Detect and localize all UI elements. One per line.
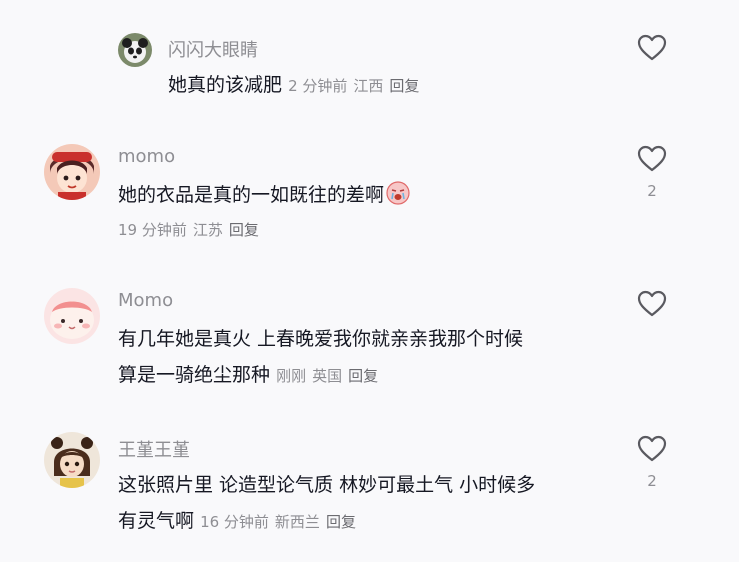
avatar[interactable] [118, 33, 152, 67]
heart-outline-icon[interactable] [637, 435, 667, 463]
crying-face-emoji [386, 181, 410, 205]
reply-button[interactable]: 回复 [229, 221, 259, 239]
comment-meta: 2 分钟前 江西 回复 [288, 77, 425, 95]
heart-outline-icon[interactable] [637, 290, 667, 318]
comment-meta: 19 分钟前 江苏 回复 [118, 219, 265, 240]
heart-outline-icon[interactable] [637, 34, 667, 62]
comment-text: 她真的该减肥 2 分钟前 江西 回复 [168, 70, 425, 97]
comment-body: 算是一骑绝尘那种 [118, 364, 271, 386]
comment-body: 她的衣品是真的一如既往的差啊 [118, 184, 385, 206]
avatar[interactable] [44, 432, 100, 488]
avatar[interactable] [44, 288, 100, 344]
avatar[interactable] [44, 144, 100, 200]
comment-body: 有灵气啊 [118, 510, 195, 532]
comment-text-line: 有几年她是真火 上春晚爱我你就亲亲我那个时候 [118, 328, 524, 350]
comment-text: 她的衣品是真的一如既往的差啊 [118, 180, 410, 207]
comment-time: 16 分钟前 [200, 513, 269, 531]
comment-meta: 16 分钟前 新西兰 回复 [200, 513, 362, 531]
username[interactable]: Momo [118, 290, 173, 311]
username[interactable]: 闪闪大眼睛 [168, 36, 258, 62]
reply-button[interactable]: 回复 [348, 367, 378, 385]
comment-body: 她真的该减肥 [168, 74, 283, 96]
comment-text-line: 这张照片里 论造型论气质 林妙可最土气 小时候多 [118, 474, 536, 496]
comment-time: 19 分钟前 [118, 221, 187, 239]
comment-location: 江苏 [192, 221, 223, 239]
comment-time: 2 分钟前 [288, 77, 348, 95]
comment-location: 英国 [312, 367, 343, 385]
comment-location: 江西 [353, 77, 384, 95]
like-count: 2 [647, 472, 657, 490]
comment-text: 算是一骑绝尘那种 刚刚 英国 回复 [118, 360, 384, 387]
comment-list: 闪闪大眼睛 她真的该减肥 2 分钟前 江西 回复 momo 她的衣品是真的一如既往的… [0, 0, 739, 562]
comment-meta: 刚刚 英国 回复 [276, 367, 384, 385]
reply-button[interactable]: 回复 [389, 77, 419, 95]
comment-text: 有灵气啊 16 分钟前 新西兰 回复 [118, 506, 362, 533]
reply-button[interactable]: 回复 [326, 513, 356, 531]
username[interactable]: 王堇王堇 [118, 436, 190, 462]
comment-time: 刚刚 [276, 367, 307, 385]
heart-outline-icon[interactable] [637, 145, 667, 173]
comment-location: 新西兰 [274, 513, 320, 531]
username[interactable]: momo [118, 146, 175, 167]
like-count: 2 [647, 182, 657, 200]
